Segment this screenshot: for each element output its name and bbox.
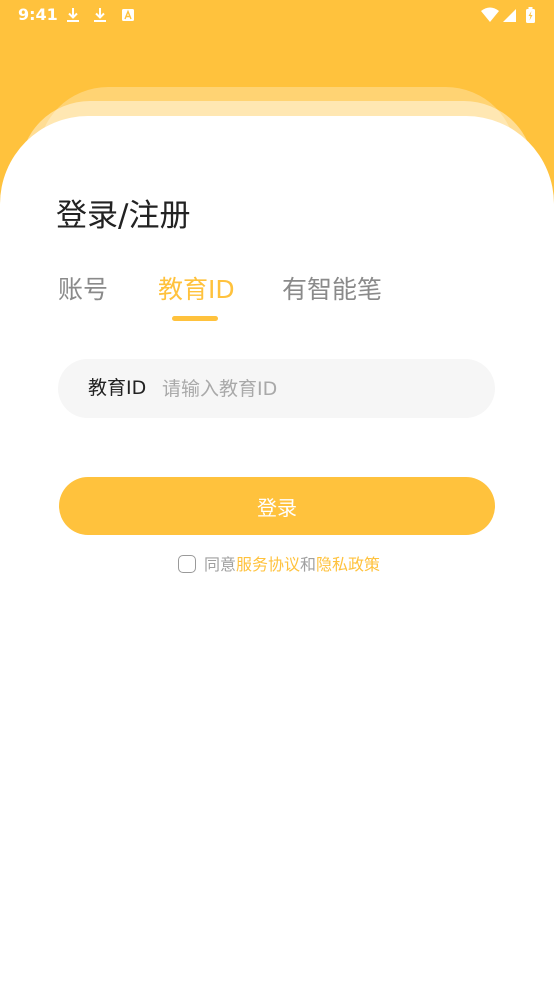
education-id-input-box: 教育ID <box>58 359 495 418</box>
login-button[interactable]: 登录 <box>59 477 495 535</box>
status-time: 9:41 <box>18 5 58 24</box>
tab-education-id[interactable]: 教育ID <box>158 272 235 308</box>
battery-icon <box>525 6 537 24</box>
login-card <box>0 116 554 984</box>
a-icon <box>121 6 137 24</box>
education-id-input[interactable] <box>162 359 472 418</box>
agreement-row: 同意服务协议和隐私政策 <box>178 553 380 577</box>
tab-smart-pen[interactable]: 有智能笔 <box>282 272 382 308</box>
active-tab-indicator <box>172 316 218 321</box>
status-bar: 9:41 <box>0 0 554 32</box>
page-title: 登录/注册 <box>56 198 191 234</box>
agreement-connector: 和 <box>300 555 317 574</box>
tab-account[interactable]: 账号 <box>58 272 108 308</box>
agreement-prefix: 同意 <box>204 555 237 574</box>
input-label: 教育ID <box>88 377 147 399</box>
download-icon <box>93 6 109 24</box>
download-icon <box>66 6 82 24</box>
service-agreement-link[interactable]: 服务协议 <box>236 555 300 574</box>
signal-icon <box>502 6 518 24</box>
wifi-icon <box>480 6 500 24</box>
privacy-policy-link[interactable]: 隐私政策 <box>316 555 380 574</box>
agree-checkbox[interactable] <box>178 555 196 573</box>
